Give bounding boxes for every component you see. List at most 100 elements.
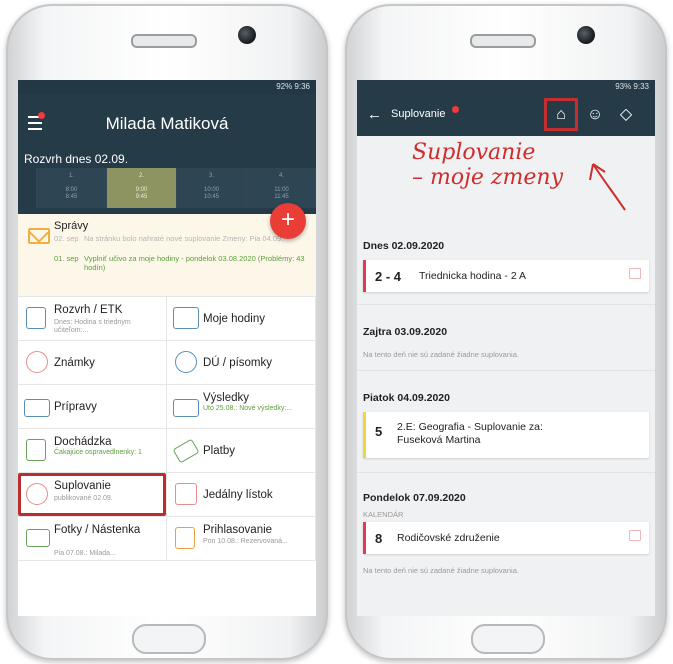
cutlery-icon (175, 483, 197, 505)
envelope-icon (28, 228, 50, 244)
status-bar: 92% 9:36 (18, 80, 316, 94)
tile-title: Platby (203, 445, 235, 457)
substitution-card[interactable]: 2 - 4 Triednicka hodina - 2 A (363, 260, 649, 292)
card-accent (363, 412, 366, 458)
front-camera (238, 26, 256, 44)
calendar-icon (629, 268, 641, 279)
annotation-line: Suplovanie (412, 140, 536, 165)
handwritten-annotation: Suplovanie – moje zmeny (412, 140, 563, 190)
tile-dochadzka[interactable]: Dochádzka Čakajúce ospravedlnenky: 1 (18, 429, 167, 473)
period-number: 4. (278, 173, 284, 179)
highlight-box (544, 98, 578, 131)
tile-subtitle: Pia 07.08.: Milada... (54, 550, 116, 557)
tile-subtitle: Dnes: Hodina s triednym učiteľom:... (54, 319, 131, 334)
day-heading: Dnes 02.09.2020 (363, 240, 445, 252)
app-bar: ← Suplovanie ⌂ ☺ ◇ (357, 94, 655, 136)
chart-icon (173, 399, 199, 417)
schedule-panel[interactable]: Rozvrh dnes 02.09. 1. 8:00 8:45 2. 9:00 9:… (18, 152, 316, 214)
speaker-grille (470, 34, 536, 48)
tile-vysledky[interactable]: Výsledky Uto 25.08.: Nové výsledky:... (167, 385, 316, 429)
tile-rozvrh[interactable]: Rozvrh / ETK Dnes: Hodina s triednym uči… (18, 297, 167, 341)
period-time: 11:00 11:45 (274, 187, 289, 200)
tile-prihlasovanie[interactable]: Prihlasovanie Pon 10.08.: Rezervovaná... (167, 517, 316, 561)
period-3[interactable]: 3. 10:00 10:45 (176, 168, 246, 208)
period-time: 8:00 8:45 (65, 187, 78, 200)
user-name: Milada Matiková (105, 114, 229, 133)
period-time: 9:00 9:45 (135, 187, 148, 200)
signup-icon (175, 527, 195, 549)
highlight-box (18, 473, 166, 516)
payment-icon (172, 438, 200, 464)
users-icon[interactable]: ☺ (584, 104, 606, 126)
substitution-card[interactable]: 5 2.E: Geografia - Suplovanie za: Fuseko… (363, 412, 649, 458)
divider (357, 304, 655, 305)
graduation-cap-icon[interactable]: ◇ (615, 104, 637, 126)
calendar-card[interactable]: 8 Rodičovské združenie (363, 522, 649, 554)
back-arrow-icon[interactable]: ← (367, 106, 382, 123)
status-text: 93% 9:33 (615, 82, 649, 91)
tile-title: Moje hodiny (203, 313, 266, 325)
card-accent (363, 260, 366, 292)
tile-moje-hodiny[interactable]: Moje hodiny (167, 297, 316, 341)
tile-du-pisomky[interactable]: DÚ / písomky (167, 341, 316, 385)
empty-note: Na tento deň nie sú zadané žiadne suplov… (363, 350, 519, 359)
lesson-number: 8 (375, 531, 383, 546)
message-text: Na stránku bolo nahraté nové suplovanie … (84, 234, 284, 243)
tile-pripravy[interactable]: Prípravy (18, 385, 167, 429)
book-icon (173, 307, 199, 329)
tile-fotky[interactable]: Fotky / Nástenka Pia 07.08.: Milada... (18, 517, 167, 561)
tile-platby[interactable]: Platby (167, 429, 316, 473)
tile-title: Známky (54, 357, 95, 369)
phone-left: 92% 9:36 Milada Matiková Rozvrh dnes 02.… (6, 4, 328, 660)
home-button[interactable] (132, 624, 206, 654)
briefcase-icon (24, 399, 50, 417)
attendance-icon (26, 439, 46, 461)
lesson-text: Triednicka hodina - 2 A (419, 270, 527, 282)
tile-title: DÚ / písomky (203, 357, 273, 369)
period-1[interactable]: 1. 8:00 8:45 (36, 168, 106, 208)
period-4[interactable]: 4. 11:00 11:45 (246, 168, 316, 208)
lesson-text: Rodičovské združenie (397, 532, 500, 544)
home-button[interactable] (471, 624, 545, 654)
period-number: 3. (208, 173, 214, 179)
lesson-number: 5 (375, 424, 383, 439)
screen-title: Suplovanie (391, 108, 446, 120)
tile-subtitle: Pon 10.08.: Rezervovaná... (203, 538, 288, 545)
tile-title: Jedálny lístok (203, 489, 273, 501)
messages-title: Správy (54, 220, 89, 232)
tile-title: Prípravy (54, 401, 97, 413)
timetable-icon (26, 307, 46, 329)
card-accent (363, 522, 366, 554)
status-text: 92% 9:36 (276, 82, 310, 91)
calendar-label: KALENDÁR (363, 510, 404, 519)
divider (357, 472, 655, 473)
tile-jedalny-listok[interactable]: Jedálny lístok (167, 473, 316, 517)
tile-subtitle: Uto 25.08.: Nové výsledky:... (203, 405, 293, 412)
day-heading: Pondelok 07.09.2020 (363, 492, 466, 504)
period-number: 2. (138, 173, 144, 179)
tile-znamky[interactable]: Známky (18, 341, 167, 385)
empty-note: Na tento deň nie sú zadané žiadne suplov… (363, 566, 519, 575)
grade-icon (26, 351, 48, 373)
status-bar: 93% 9:33 (357, 80, 655, 94)
schedule-title: Rozvrh dnes 02.09. (24, 152, 129, 166)
divider (357, 370, 655, 371)
screen-dashboard: 92% 9:36 Milada Matiková Rozvrh dnes 02.… (18, 80, 316, 616)
add-button[interactable]: + (270, 203, 306, 239)
photo-icon (26, 529, 50, 547)
lesson-number: 2 - 4 (375, 269, 402, 284)
tile-title: Prihlasovanie (203, 524, 273, 536)
app-bar: Milada Matiková (18, 94, 316, 152)
tile-title: Fotky / Nástenka (54, 524, 141, 536)
tile-title: Rozvrh / ETK (54, 304, 123, 316)
tile-title: Výsledky (203, 392, 250, 404)
screen-substitutions: 93% 9:33 ← Suplovanie ⌂ ☺ ◇ Suplovanie –… (357, 80, 655, 616)
lesson-text: 2.E: Geografia - Suplovanie za: Fuseková… (397, 421, 543, 446)
period-number: 1. (68, 173, 74, 179)
phone-right: 93% 9:33 ← Suplovanie ⌂ ☺ ◇ Suplovanie –… (345, 4, 667, 660)
module-grid: Rozvrh / ETK Dnes: Hodina s triednym uči… (18, 297, 316, 561)
message-text: Vyplniť učivo za moje hodiny - pondelok … (84, 254, 305, 272)
day-heading: Zajtra 03.09.2020 (363, 326, 448, 338)
tile-suplovanie[interactable]: Suplovanie publikované 02.09. (18, 473, 167, 517)
period-2[interactable]: 2. 9:00 9:45 (106, 168, 176, 208)
